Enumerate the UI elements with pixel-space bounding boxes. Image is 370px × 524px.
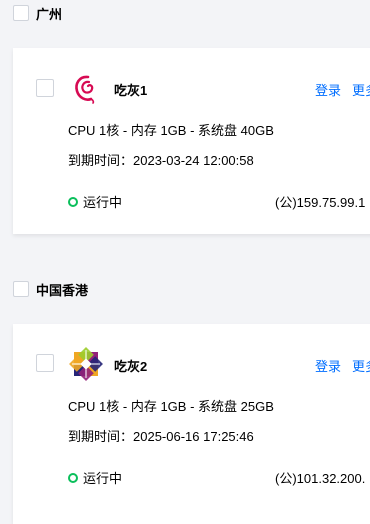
status-indicator: 运行中 [68, 192, 122, 211]
expire-value: 2025-06-16 17:25:46 [133, 429, 254, 444]
expire-time: 到期时间：2023-03-24 12:00:58 [68, 150, 254, 169]
login-link[interactable]: 登录 [315, 356, 341, 375]
public-ip[interactable]: (公)101.32.200. [275, 468, 365, 487]
region-title: 中国香港 [36, 282, 89, 298]
status-text: 运行中 [83, 471, 123, 486]
instance-spec: CPU 1核 - 内存 1GB - 系统盘 40GB [68, 123, 274, 138]
public-ip[interactable]: (公)159.75.99.1 [275, 192, 365, 211]
region-select-checkbox[interactable] [13, 5, 29, 21]
expire-label: 到期时间： [68, 429, 134, 444]
instance-card: 吃灰2 登录 更多 CPU 1核 - 内存 1GB - 系统盘 25GB 到期时… [13, 324, 370, 524]
more-link[interactable]: 更多 [352, 80, 370, 99]
expire-time: 到期时间：2025-06-16 17:25:46 [68, 426, 254, 445]
instance-spec: CPU 1核 - 内存 1GB - 系统盘 25GB [68, 399, 274, 414]
instance-name: 吃灰2 [114, 359, 148, 374]
debian-icon [75, 75, 95, 104]
region-header-guangzhou: 广州 [13, 3, 62, 23]
status-indicator: 运行中 [68, 468, 122, 487]
region-title: 广州 [36, 6, 63, 22]
more-link[interactable]: 更多 [352, 356, 370, 375]
instance-card: 吃灰1 登录 更多 CPU 1核 - 内存 1GB - 系统盘 40GB 到期时… [13, 48, 370, 234]
expire-label: 到期时间： [68, 153, 134, 168]
instance-select-checkbox[interactable] [36, 79, 54, 97]
status-text: 运行中 [83, 195, 123, 210]
centos-icon [69, 347, 103, 381]
login-link[interactable]: 登录 [315, 80, 341, 99]
expire-value: 2023-03-24 12:00:58 [133, 153, 254, 168]
status-running-icon [68, 196, 78, 207]
status-running-icon [68, 472, 78, 483]
instance-name: 吃灰1 [114, 83, 148, 98]
region-select-checkbox[interactable] [13, 281, 29, 297]
instance-select-checkbox[interactable] [36, 354, 54, 372]
region-header-hongkong: 中国香港 [13, 279, 88, 299]
